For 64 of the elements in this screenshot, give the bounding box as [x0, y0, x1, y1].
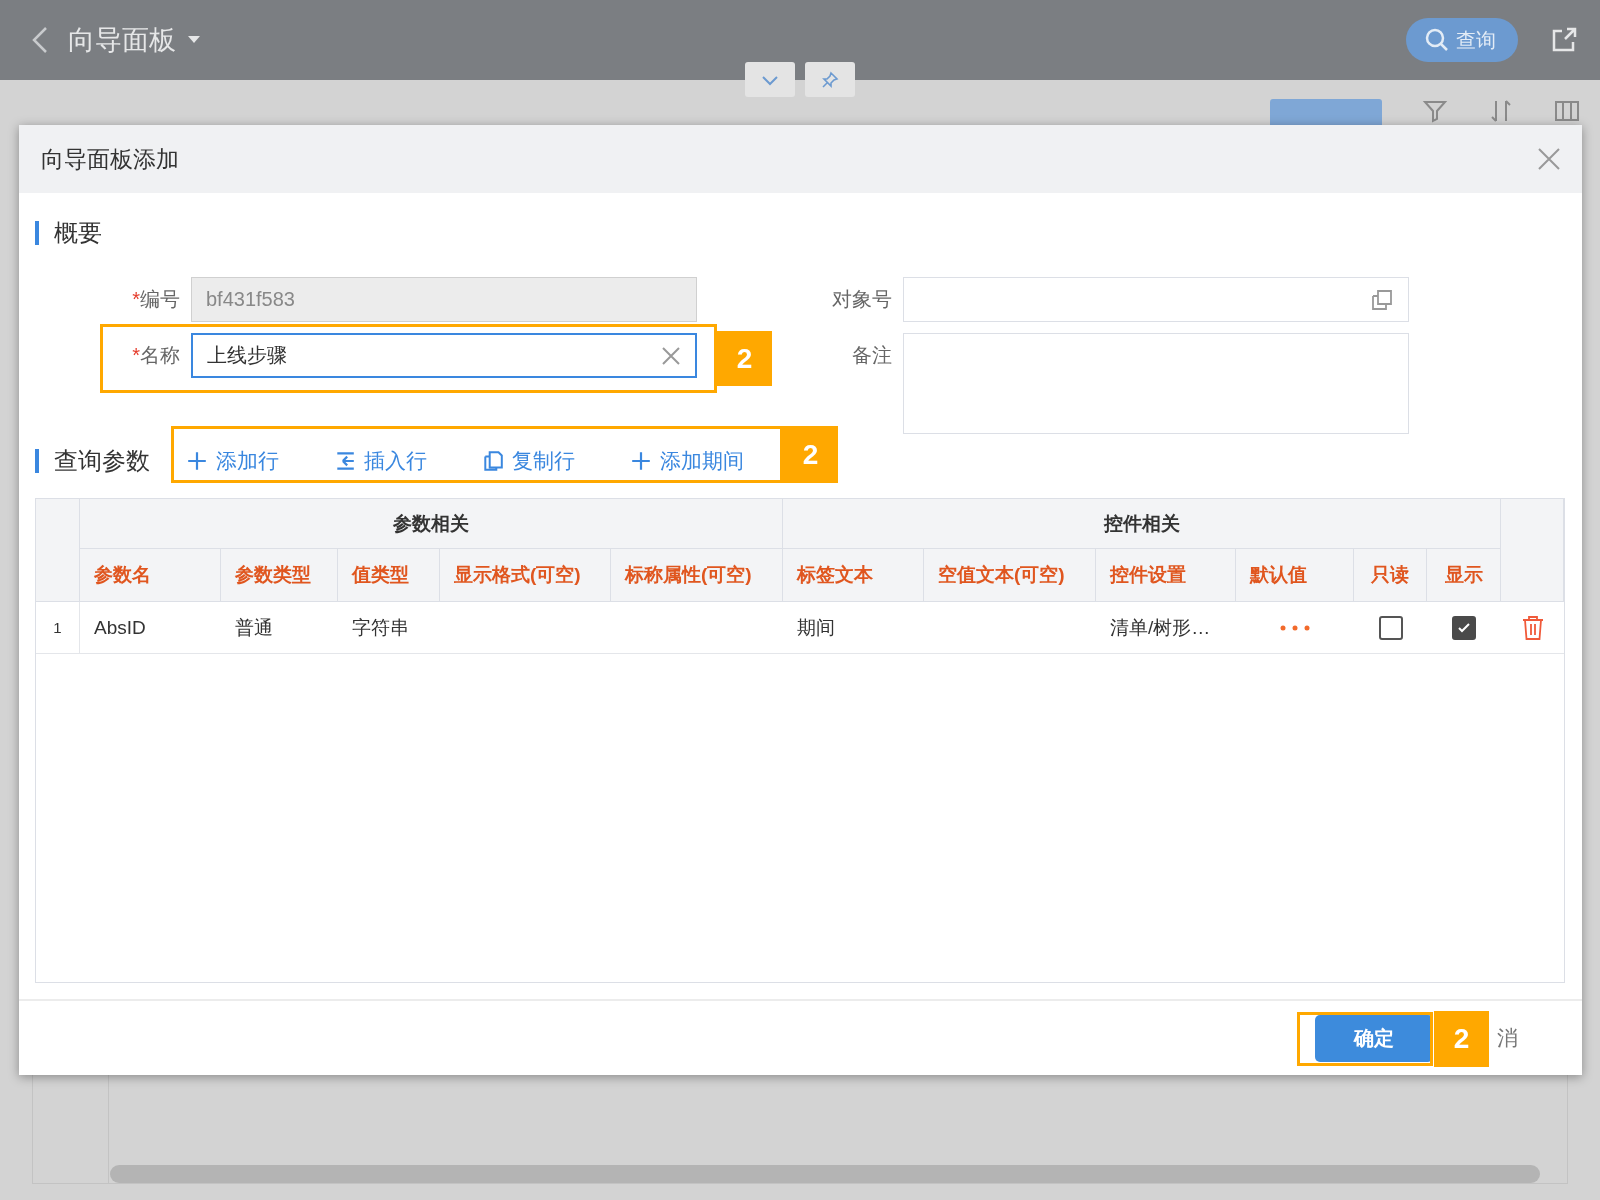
column-header: 值类型 [338, 549, 440, 602]
insert-icon [334, 450, 356, 472]
column-header: 参数名 [80, 549, 221, 602]
pin-tab[interactable] [805, 62, 855, 97]
toolbar-button[interactable]: 复制行 [482, 447, 630, 475]
table-cell: 清单/树形… [1096, 602, 1236, 654]
checkbox[interactable] [1452, 615, 1476, 640]
field-label: 编号 [140, 288, 180, 310]
cancel-button[interactable]: 消 [1497, 1024, 1518, 1052]
scrollbar[interactable] [110, 1165, 1540, 1183]
dialog-title: 向导面板添加 [41, 144, 179, 174]
step-badge: 2 [1434, 1011, 1489, 1067]
column-header: 只读 [1354, 549, 1427, 602]
text-area[interactable] [903, 333, 1409, 434]
group-header: 参数相关 [80, 499, 783, 549]
field-label: 备注 [852, 344, 892, 366]
column-header: 显示格式(可空) [440, 549, 611, 602]
columns-icon[interactable] [1554, 98, 1580, 124]
field-label: 对象号 [832, 288, 892, 310]
confirm-button[interactable]: 确定 [1315, 1014, 1433, 1062]
plus-icon [186, 450, 208, 472]
pin-icon [821, 70, 839, 89]
table-cell: 普通 [221, 602, 338, 654]
section-title: 概要 [35, 221, 102, 245]
collapse-tab[interactable] [745, 62, 795, 97]
table-cell: 字符串 [338, 602, 440, 654]
table-cell: 期间 [783, 602, 924, 654]
search-icon [1424, 27, 1450, 53]
more-icon[interactable] [1278, 623, 1312, 632]
plus-icon [630, 450, 652, 472]
input-field[interactable]: 上线步骤 [191, 333, 697, 378]
field-label: 名称 [140, 344, 180, 366]
required-mark: * [132, 344, 140, 366]
column-header: 显示 [1427, 549, 1501, 602]
required-mark: * [132, 288, 140, 310]
delete-icon[interactable] [1520, 614, 1545, 641]
back-icon[interactable] [30, 25, 50, 55]
copy-icon[interactable] [1370, 287, 1394, 312]
caret-icon[interactable] [188, 36, 200, 44]
add-button[interactable] [1270, 99, 1382, 125]
search-button[interactable]: 查询 [1406, 18, 1518, 62]
share-icon[interactable] [1550, 26, 1578, 54]
section-title: 查询参数 [35, 449, 150, 473]
page-title: 向导面板 [68, 24, 176, 57]
column-header: 参数类型 [221, 549, 338, 602]
column-header: 控件设置 [1096, 549, 1236, 602]
table-cell: AbsID [80, 602, 221, 654]
column-header: 默认值 [1236, 549, 1354, 602]
step-badge: 2 [783, 426, 838, 483]
copy-icon [482, 450, 504, 472]
close-icon[interactable] [1538, 148, 1560, 170]
toolbar-button[interactable]: 插入行 [334, 447, 482, 475]
clear-icon[interactable] [661, 345, 681, 366]
column-header: 空值文本(可空) [924, 549, 1096, 602]
toolbar-button[interactable]: 添加行 [186, 447, 334, 475]
column-header: 标签文本 [783, 549, 924, 602]
filter-icon[interactable] [1422, 98, 1448, 124]
row-number: 1 [36, 602, 80, 654]
step-badge: 2 [717, 331, 772, 386]
group-header: 控件相关 [783, 499, 1501, 549]
lookup-field[interactable] [903, 277, 1409, 322]
toolbar-button[interactable]: 添加期间 [630, 447, 778, 475]
column-header: 标称属性(可空) [611, 549, 783, 602]
checkbox[interactable] [1378, 615, 1403, 640]
